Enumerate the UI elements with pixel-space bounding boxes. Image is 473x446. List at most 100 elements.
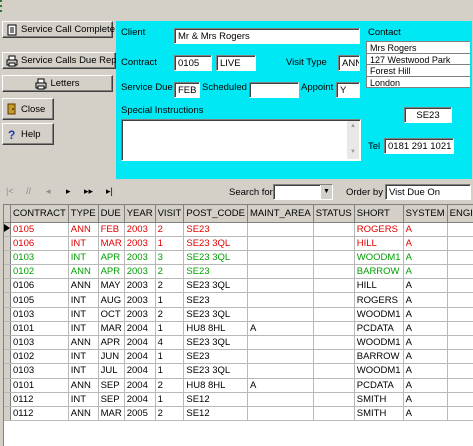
contract-field[interactable]: 0105 <box>174 55 212 71</box>
table-cell: HILL <box>354 278 404 294</box>
table-row[interactable]: 0101 ANN SEP 2004 2 HU8 8HL A PCDATA A <box>4 378 473 393</box>
table-cell <box>247 335 314 351</box>
order-by-label: Order by <box>346 187 383 198</box>
chevron-down-icon[interactable]: ▼ <box>320 185 332 199</box>
table-cell <box>247 307 314 322</box>
table-cell: 2003 <box>124 264 156 280</box>
table-cell: 0112 <box>10 406 69 422</box>
table-cell: SE23 <box>183 349 248 365</box>
table-cell: MAR <box>98 406 125 422</box>
table-row[interactable]: 0102 INT JUN 2004 1 SE23 BARROW A <box>4 349 473 365</box>
help-button[interactable]: ? Help <box>2 123 54 145</box>
table-cell: WOODM1 <box>354 335 404 351</box>
scheduled-field[interactable] <box>249 82 299 98</box>
appoint-field[interactable]: Y <box>336 82 360 98</box>
visit-type-field[interactable]: ANN <box>338 55 360 71</box>
table-cell: A <box>403 292 448 308</box>
previous-record-icon[interactable]: ◂ <box>46 186 51 197</box>
table-cell: BARROW <box>354 349 404 365</box>
contract-status-field[interactable]: LIVE <box>216 55 256 71</box>
previous-page-icon[interactable]: // <box>26 186 31 196</box>
service-call-complete-button[interactable]: Service Call Complete <box>2 21 115 38</box>
service-call-complete-label: Service Call Complete <box>21 24 115 35</box>
postcode-field[interactable]: SE23 <box>404 107 452 123</box>
table-row[interactable]: 0103 INT APR 2003 3 SE23 3QL WOODM1 A <box>4 250 473 266</box>
table-cell: ROGERS <box>354 222 404 237</box>
table-row[interactable]: 0112 INT SEP 2004 1 SE12 SMITH A <box>4 392 473 407</box>
order-by-field[interactable]: Vist Due On <box>385 184 471 200</box>
table-cell: BARROW <box>354 264 404 280</box>
column-header[interactable]: DUE <box>98 205 125 223</box>
table-cell: A <box>403 335 448 351</box>
service-due-label: Service Due <box>121 82 173 93</box>
scroll-up-icon[interactable]: ▲ <box>347 121 359 131</box>
table-cell: 1 <box>155 321 185 337</box>
table-cell: INT <box>68 363 99 379</box>
service-calls-grid[interactable]: CONTRACT TYPE DUE YEAR VISIT POST_CODE MAINT_A… <box>3 204 473 446</box>
table-cell: 0103 <box>10 335 69 351</box>
contact-address-box[interactable]: Mrs Rogers 127 Westwood Park Forest Hill… <box>366 41 470 88</box>
close-button[interactable]: Close <box>2 98 54 120</box>
column-header[interactable]: ENGINEER <box>447 205 473 223</box>
door-exit-icon <box>6 103 18 115</box>
table-cell: INT <box>68 392 99 407</box>
scroll-down-icon[interactable]: ▼ <box>347 147 359 157</box>
table-row[interactable]: 0103 INT OCT 2003 2 SE23 3QL WOODM1 A <box>4 307 473 322</box>
service-calls-due-report-button[interactable]: Service Calls Due Report <box>2 52 128 69</box>
table-cell: SE23 <box>183 222 248 237</box>
table-cell <box>447 378 473 393</box>
table-cell <box>313 278 355 294</box>
scheduled-label: Scheduled <box>202 82 247 93</box>
table-row[interactable]: 0112 ANN MAR 2005 2 SE12 SMITH A <box>4 406 473 422</box>
table-cell: 2 <box>155 406 185 422</box>
table-row[interactable]: 0103 INT JUL 2004 1 SE23 3QL WOODM1 A <box>4 363 473 379</box>
close-label: Close <box>21 103 46 115</box>
table-cell: 1 <box>155 392 185 407</box>
first-record-icon[interactable]: |< <box>6 186 14 196</box>
table-row[interactable]: 0103 ANN APR 2004 4 SE23 3QL WOODM1 A <box>4 335 473 351</box>
printer-icon <box>6 55 18 67</box>
table-row[interactable]: 0106 ANN MAY 2003 2 SE23 3QL HILL A <box>4 278 473 294</box>
table-row[interactable]: 0105 ANN FEB 2003 2 SE23 ROGERS A <box>4 222 473 237</box>
table-cell: 0101 <box>10 378 69 393</box>
table-cell: SE23 3QL <box>183 278 248 294</box>
table-cell <box>313 349 355 365</box>
appoint-label: Appoint <box>301 82 334 93</box>
table-row[interactable]: 0102 ANN APR 2003 2 SE23 BARROW A <box>4 264 473 280</box>
tel-field[interactable]: 0181 291 1021 <box>384 138 454 154</box>
table-cell <box>313 335 355 351</box>
column-header[interactable]: VISIT <box>155 205 185 223</box>
column-header[interactable]: MAINT_AREA <box>247 205 314 223</box>
column-header[interactable]: STATUS <box>313 205 355 223</box>
special-instructions-scrollbar[interactable]: ▲ ▼ <box>347 121 359 159</box>
client-field[interactable]: Mr & Mrs Rogers <box>174 28 360 44</box>
column-header[interactable]: CONTRACT <box>10 205 69 223</box>
column-header[interactable]: YEAR <box>124 205 156 223</box>
table-cell: HU8 8HL <box>183 378 248 393</box>
table-cell <box>247 349 314 365</box>
special-instructions-label: Special Instructions <box>121 105 204 116</box>
table-cell: SMITH <box>354 406 404 422</box>
address-line: Forest Hill <box>367 65 470 77</box>
table-cell <box>247 292 314 308</box>
current-row-arrow-icon[interactable] <box>4 222 11 237</box>
table-row[interactable]: 0105 INT AUG 2003 1 SE23 ROGERS A <box>4 292 473 308</box>
column-header[interactable]: SYSTEM <box>403 205 448 223</box>
column-header[interactable]: POST_CODE <box>183 205 248 223</box>
column-header[interactable]: TYPE <box>68 205 99 223</box>
special-instructions-field[interactable] <box>121 119 361 161</box>
service-due-field[interactable]: FEB <box>174 82 200 98</box>
table-row[interactable]: 0106 INT MAR 2003 1 SE23 3QL HILL A <box>4 236 473 251</box>
table-cell: A <box>403 222 448 237</box>
column-header[interactable]: SHORT <box>354 205 404 223</box>
letters-button[interactable]: Letters <box>2 75 113 92</box>
table-cell: ROGERS <box>354 292 404 308</box>
table-cell: 0112 <box>10 392 69 407</box>
next-page-icon[interactable]: ▸▸ <box>84 186 93 197</box>
last-record-icon[interactable]: ▸| <box>106 186 113 197</box>
table-cell: APR <box>98 250 125 266</box>
next-record-icon[interactable]: ▸ <box>66 186 71 197</box>
table-cell: 2004 <box>124 392 156 407</box>
table-row[interactable]: 0101 INT MAR 2004 1 HU8 8HL A PCDATA A <box>4 321 473 337</box>
contact-label: Contact <box>368 27 401 38</box>
